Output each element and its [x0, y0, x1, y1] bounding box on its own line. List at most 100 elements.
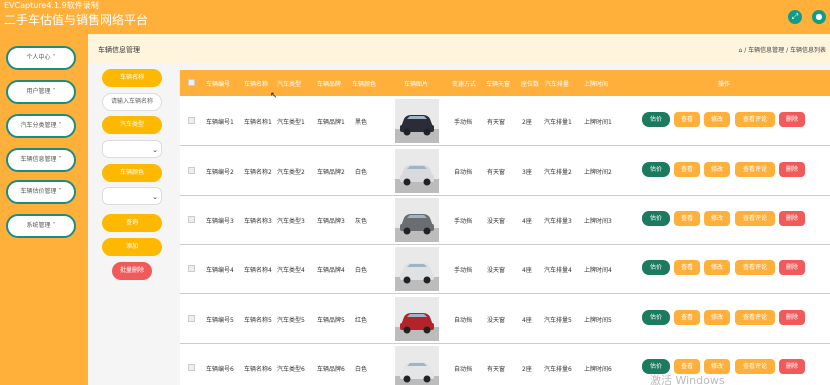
car-image	[395, 247, 439, 291]
row-checkbox[interactable]	[188, 167, 195, 174]
evaluate-button[interactable]: 估价	[642, 112, 670, 127]
select-all-checkbox[interactable]	[188, 79, 195, 86]
sidebar-item-personal-center[interactable]: 个人中心 ˅	[6, 46, 76, 70]
row-checkbox[interactable]	[188, 216, 195, 223]
table-row: 车辆编号6 车辆名称6 汽车类型6 车辆品牌6 白色 自动挡 有天窗 2座 汽车排量6 上牌时间6…	[180, 343, 830, 385]
user-icon[interactable]: ●	[812, 10, 826, 24]
cell-transmission: 自动挡	[454, 366, 473, 373]
cell-sunroof: 有天窗	[487, 169, 506, 176]
cell-type: 汽车类型1	[277, 119, 305, 126]
row-checkbox[interactable]	[188, 265, 195, 272]
comments-button[interactable]: 查看评论	[735, 112, 775, 127]
delete-button[interactable]: 删除	[779, 162, 805, 177]
sidebar-item-system[interactable]: 系统管理 ˅	[6, 214, 76, 238]
row-checkbox[interactable]	[188, 315, 195, 322]
page-title: 车辆信息管理	[98, 46, 140, 54]
evaluate-button[interactable]: 估价	[642, 260, 670, 275]
cell-transmission: 自动挡	[454, 169, 473, 176]
view-button[interactable]: 查看	[674, 112, 700, 127]
cell-reg-date: 上牌时间1	[584, 119, 612, 126]
sidebar-item-users[interactable]: 用户管理 ˅	[6, 80, 76, 104]
expand-icon[interactable]: ⤢	[788, 10, 802, 24]
evaluate-button[interactable]: 估价	[642, 211, 670, 226]
add-button[interactable]: 添加	[102, 238, 162, 256]
cell-brand: 车辆品牌1	[317, 119, 345, 126]
evaluate-button[interactable]: 估价	[642, 162, 670, 177]
view-button[interactable]: 查看	[674, 211, 700, 226]
name-search-input[interactable]: 请输入车辆名称	[102, 93, 162, 111]
cell-displacement: 汽车排量1	[544, 119, 572, 126]
edit-button[interactable]: 修改	[704, 260, 730, 275]
delete-button[interactable]: 删除	[779, 112, 805, 127]
cell-seats: 4座	[522, 267, 532, 274]
cell-type: 汽车类型4	[277, 267, 305, 274]
delete-button[interactable]: 删除	[779, 260, 805, 275]
edit-button[interactable]: 修改	[704, 211, 730, 226]
cell-seats: 2座	[522, 366, 532, 373]
delete-button[interactable]: 删除	[779, 310, 805, 325]
batch-delete-button[interactable]: 批量删除	[112, 262, 152, 280]
sidebar-item-car-valuation[interactable]: 车辆估价管理 ˅	[6, 180, 76, 204]
car-image	[395, 149, 439, 193]
edit-button[interactable]: 修改	[704, 162, 730, 177]
comments-button[interactable]: 查看评论	[735, 162, 775, 177]
view-button[interactable]: 查看	[674, 162, 700, 177]
breadcrumb[interactable]: ⌂ / 车辆信息管理 / 车辆信息列表	[739, 45, 826, 54]
cell-sunroof: 没天窗	[487, 317, 506, 324]
type-select[interactable]: ⌄	[102, 140, 162, 158]
edit-button[interactable]: 修改	[704, 112, 730, 127]
cell-transmission: 手动挡	[454, 218, 473, 225]
sidebar-item-car-category[interactable]: 汽车分类管理 ˅	[6, 114, 76, 138]
cell-brand: 车辆品牌2	[317, 169, 345, 176]
row-checkbox[interactable]	[188, 117, 195, 124]
cell-id: 车辆编号5	[206, 317, 234, 324]
header-id: 车辆编号	[206, 81, 231, 88]
edit-button[interactable]: 修改	[704, 310, 730, 325]
evaluate-button[interactable]: 估价	[642, 310, 670, 325]
car-image	[395, 346, 439, 385]
view-button[interactable]: 查看	[674, 260, 700, 275]
cell-id: 车辆编号3	[206, 218, 234, 225]
type-label: 汽车类型	[102, 116, 162, 134]
comments-button[interactable]: 查看评论	[735, 211, 775, 226]
cell-brand: 车辆品牌3	[317, 218, 345, 225]
activation-watermark: 激活 Windows	[650, 374, 725, 385]
cell-seats: 2座	[522, 119, 532, 126]
cell-transmission: 自动挡	[454, 317, 473, 324]
cell-name: 车辆名称4	[244, 267, 272, 274]
color-label: 车辆颜色	[102, 164, 162, 182]
cell-reg-date: 上牌时间5	[584, 317, 612, 324]
comments-button[interactable]: 查看评论	[735, 310, 775, 325]
header-actions: 操作	[718, 81, 731, 88]
view-button[interactable]: 查看	[674, 310, 700, 325]
cell-id: 车辆编号2	[206, 169, 234, 176]
delete-button[interactable]: 删除	[779, 211, 805, 226]
header-color: 车辆颜色	[352, 81, 377, 88]
delete-button[interactable]: 删除	[779, 359, 805, 374]
cell-type: 汽车类型2	[277, 169, 305, 176]
cell-sunroof: 有天窗	[487, 119, 506, 126]
comments-button[interactable]: 查看评论	[735, 260, 775, 275]
comments-button[interactable]: 查看评论	[735, 359, 775, 374]
main-content: 车辆信息管理 ⌂ / 车辆信息管理 / 车辆信息列表 车辆名称 请输入车辆名称 …	[88, 34, 830, 385]
table-row: 车辆编号5 车辆名称5 汽车类型5 车辆品牌5 红色 自动挡 没天窗 4座 汽车排量5 上牌时间5…	[180, 294, 830, 344]
header-seats: 座位数	[521, 81, 540, 88]
color-select[interactable]: ⌄	[102, 187, 162, 205]
cell-type: 汽车类型5	[277, 317, 305, 324]
header-displacement: 汽车排量	[545, 81, 570, 88]
cell-displacement: 汽车排量5	[544, 317, 572, 324]
title-bar: 车辆信息管理 ⌂ / 车辆信息管理 / 车辆信息列表	[88, 34, 830, 64]
cell-reg-date: 上牌时间3	[584, 218, 612, 225]
capture-label: EVCapture4.1.9软件录制	[4, 1, 99, 10]
header-transmission: 变速方式	[452, 81, 477, 88]
table-row: 车辆编号2 车辆名称2 汽车类型2 车辆品牌2 白色 自动挡 有天窗 3座 汽车排量2 上牌时间2…	[180, 146, 830, 196]
cell-displacement: 汽车排量6	[544, 366, 572, 373]
row-checkbox[interactable]	[188, 364, 195, 371]
sidebar-item-car-info[interactable]: 车辆信息管理 ˅	[6, 148, 76, 172]
search-button[interactable]: 查询	[102, 214, 162, 232]
cell-type: 汽车类型6	[277, 366, 305, 373]
cell-transmission: 手动挡	[454, 267, 473, 274]
cell-color: 黑色	[355, 119, 368, 126]
car-image	[395, 198, 439, 242]
app-title: 二手车估值与销售网络平台	[4, 13, 149, 27]
